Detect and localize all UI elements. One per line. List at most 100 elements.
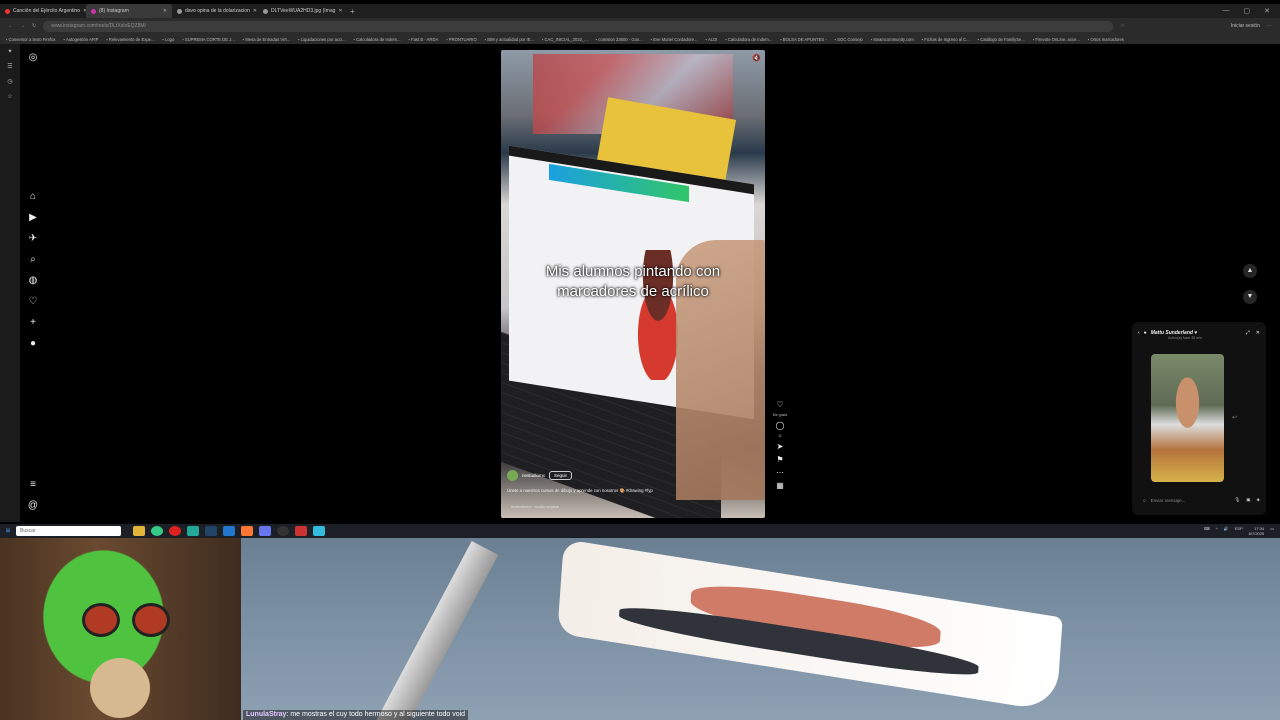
previous-reel-button[interactable]: ▲ [1243, 264, 1257, 278]
bookmark-item[interactable]: Autogestión AFIP [64, 37, 98, 42]
signin-button[interactable]: Iniciar sesión [1231, 23, 1260, 29]
obs-icon[interactable] [277, 526, 289, 536]
threads-icon[interactable]: @ [27, 500, 39, 512]
reel-video[interactable]: 🔇 Mis alumnos pintando con marcadores de… [501, 50, 765, 518]
notifications-icon[interactable]: ♡ [27, 296, 39, 308]
author-username[interactable]: riestudiomx [522, 473, 545, 478]
reading-list-icon[interactable]: ☰ [7, 63, 12, 70]
bookmark-item[interactable]: IBM y actualidad por IE... [485, 37, 534, 42]
tab-2[interactable]: davo opina de la dolarizacion ✕ [172, 4, 258, 18]
expand-icon[interactable]: ⤢ [1246, 330, 1250, 336]
minimize-icon[interactable]: — [1223, 7, 1230, 15]
bookmark-star-icon[interactable]: ☆ [1120, 23, 1124, 29]
tab-3[interactable]: DLTVeeWUA2HD3.jpg (Imag ✕ [258, 4, 344, 18]
app-icon[interactable] [313, 526, 325, 536]
instagram-logo-icon[interactable]: ◎ [27, 52, 39, 64]
bookmark-item[interactable]: Otros marcadores [1088, 37, 1124, 42]
bookmark-item[interactable]: Logo [163, 37, 174, 42]
more-options-icon[interactable]: ⋯ [776, 468, 784, 477]
chat-back-icon[interactable]: ‹ [1138, 330, 1140, 336]
tab-0[interactable]: Canción del Ejército Argentino ✕ [0, 4, 86, 18]
follow-button[interactable]: Seguir [549, 471, 573, 480]
chrome-icon[interactable] [151, 526, 163, 536]
chat-close-icon[interactable]: ✕ [1256, 330, 1260, 336]
profile-avatar[interactable]: ● [27, 338, 39, 350]
history-icon[interactable]: ◷ [7, 78, 12, 85]
shared-post-image[interactable] [1151, 354, 1224, 482]
reel-description[interactable]: Únete a nuestros cursos de dibujo y apre… [507, 488, 757, 494]
messages-icon[interactable]: ✈ [27, 233, 39, 245]
edge-icon[interactable] [187, 526, 199, 536]
home-icon[interactable]: ⌂ [27, 191, 39, 203]
bookmark-item[interactable]: Fichas de Ingreso al C... [922, 37, 969, 42]
emoji-icon[interactable]: ☺ [1142, 498, 1147, 503]
tab-1[interactable]: (8) Instagram ✕ [86, 4, 172, 18]
bookmark-item[interactable]: Eve Muriel Cordadore... [651, 37, 697, 42]
share-icon[interactable]: ➤ [777, 442, 784, 451]
image-icon[interactable]: ▣ [1246, 497, 1250, 503]
audio-thumbnail[interactable]: ▦ [776, 481, 784, 490]
explore-icon[interactable]: ◍ [27, 275, 39, 287]
forward-icon[interactable]: → [20, 23, 25, 29]
bookmark-item[interactable]: CAC_INICIAL_2022_... [542, 37, 588, 42]
bookmark-item[interactable]: Catálogo de FamilySe... [978, 37, 1025, 42]
close-window-icon[interactable]: ✕ [1264, 7, 1270, 15]
bookmark-item[interactable]: Calculadora de Indem... [725, 37, 772, 42]
back-icon[interactable]: ← [8, 23, 13, 29]
menu-icon[interactable]: ⋯ [1267, 23, 1272, 29]
bookmark-item[interactable]: Fast B - ARDA [409, 37, 438, 42]
bookmark-item[interactable]: Relevamiento de Expe... [106, 37, 155, 42]
volume-icon[interactable]: 🔊 [1224, 526, 1229, 536]
taskbar-search[interactable]: Buscar [16, 526, 121, 536]
reload-icon[interactable]: ↻ [32, 23, 36, 29]
bookmark-item[interactable]: SOC Consejo [835, 37, 863, 42]
bookmark-item[interactable]: SUPREMA CORTE DE J... [182, 37, 235, 42]
reply-icon[interactable]: ↩ [1232, 414, 1237, 421]
chat-composer[interactable]: ☺ Enviar mensaje... 🎙 ▣ ◈ [1142, 494, 1260, 506]
create-icon[interactable]: + [27, 317, 39, 329]
like-icon[interactable]: ♡ [776, 400, 783, 409]
clock[interactable]: 17:34 8/7/2025 [1249, 526, 1265, 536]
comment-icon[interactable]: ◯ [776, 421, 785, 430]
save-icon[interactable]: ⚑ [776, 455, 783, 464]
close-tab-icon[interactable]: ✕ [338, 8, 342, 14]
steam-icon[interactable] [205, 526, 217, 536]
bookmark-item[interactable]: BOLSA DE APUNTES - [780, 37, 827, 42]
bookmark-item[interactable]: PRONTUARIO [446, 37, 477, 42]
bookmark-item[interactable]: Conversor a texto Firefox [6, 37, 56, 42]
close-tab-icon[interactable]: ✕ [253, 8, 257, 14]
new-tab-button[interactable]: + [344, 7, 361, 16]
search-icon[interactable]: ⌕ [27, 254, 39, 266]
url-field[interactable]: www.instagram.com/reels/DLtXsIoEQZ8M/ [43, 20, 1114, 32]
vscode-icon[interactable] [223, 526, 235, 536]
language-indicator[interactable]: ESP [1235, 526, 1243, 536]
notifications-icon[interactable]: ▭ [1270, 526, 1274, 536]
keyboard-icon[interactable]: ⌨ [1204, 526, 1210, 536]
reels-icon[interactable]: ▶ [27, 212, 39, 224]
bookmark-item[interactable]: Firevote OnLine, acce... [1033, 37, 1079, 42]
close-tab-icon[interactable]: ✕ [163, 8, 167, 14]
bookmark-item[interactable]: steamcommunity.com [871, 37, 913, 42]
message-input[interactable]: Enviar mensaje... [1151, 498, 1186, 503]
panel-icon[interactable]: ✦ [7, 48, 12, 55]
maximize-icon[interactable]: ▢ [1244, 7, 1251, 15]
discord-icon[interactable] [259, 526, 271, 536]
author-avatar[interactable] [507, 470, 518, 481]
bookmark-item[interactable]: Calculadora de Indem... [354, 37, 400, 42]
reel-audio[interactable]: riestudiomx · Audio original [511, 504, 559, 509]
file-explorer-icon[interactable] [133, 526, 145, 536]
bookmark-item[interactable]: Mesa de Entradas Virt... [243, 37, 290, 42]
opera-icon[interactable] [169, 526, 181, 536]
sticker-icon[interactable]: ◈ [1257, 497, 1260, 503]
microphone-icon[interactable]: 🎙 [1235, 497, 1241, 503]
bookmark-item[interactable]: comision 23600 - Goo... [596, 37, 642, 42]
more-menu-icon[interactable]: ≡ [27, 479, 39, 491]
tray-chevron-icon[interactable]: ^ [1216, 526, 1218, 536]
firefox-icon[interactable] [241, 526, 253, 536]
chat-avatar[interactable]: ● [1144, 330, 1147, 336]
bookmark-item[interactable]: ALDI [706, 37, 717, 42]
app-icon[interactable] [295, 526, 307, 536]
bookmark-item[interactable]: Liquidaciones por acci... [298, 37, 346, 42]
next-reel-button[interactable]: ▼ [1243, 290, 1257, 304]
start-icon[interactable]: ⊞ [0, 528, 16, 534]
